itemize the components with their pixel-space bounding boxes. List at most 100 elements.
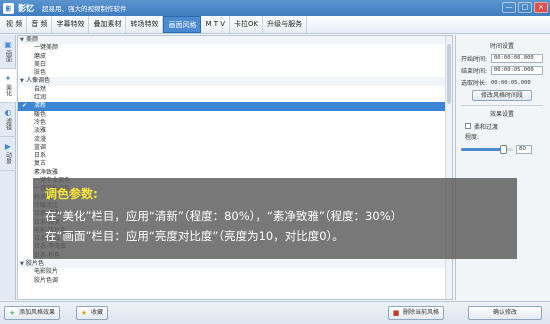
list-item-label: 自然	[34, 85, 47, 93]
list-item[interactable]: 胶片色调	[18, 277, 452, 285]
settings-panel: 时间设置 开始时间: 00:00:00.000 结束时间: 00:00:05.0…	[455, 35, 548, 300]
list-item[interactable]: 磨皮	[18, 53, 452, 61]
add-icon: +	[9, 309, 15, 317]
list-group-header[interactable]: ▼ 胶片色	[18, 260, 452, 269]
scrollbar-thumb[interactable]	[447, 44, 451, 104]
list-group-label: 人像调色	[26, 77, 51, 85]
list-item[interactable]: 冷色	[18, 119, 452, 127]
list-item-label: 复古	[34, 160, 47, 168]
app-slogan: 超易用、强大的视频制作软件	[42, 5, 127, 13]
title-bar: 影 影忆 超易用、强大的视频制作软件 — □ ×	[0, 0, 550, 16]
fade-checkbox[interactable]	[465, 123, 471, 129]
modify-time-button[interactable]: 修改风格时间段	[472, 90, 532, 101]
add-style-button[interactable]: + 添加风格效果	[4, 306, 61, 320]
list-item-label: 清新	[34, 102, 47, 110]
duration-value: 00:00:05.000	[491, 79, 531, 86]
color-params-caption: 调色参数: 在“美化”栏目，应用“清新”（程度：80%），“素净致雅”（程度：3…	[33, 178, 517, 259]
list-item-label: 流漫	[34, 135, 47, 143]
checkmark-icon: ✔	[22, 102, 28, 110]
list-item-label: 日系	[34, 152, 47, 160]
delete-icon: ■	[392, 309, 400, 317]
picture-icon: ▣	[4, 40, 12, 49]
side-tab[interactable]: ✦ 美化	[0, 69, 16, 103]
main-tab[interactable]: 音 频	[27, 16, 53, 33]
duration-row: 选取时长: 00:00:05.000	[461, 77, 543, 88]
degree-input[interactable]: 80	[516, 144, 532, 154]
favorite-button[interactable]: ★ 收藏	[76, 306, 109, 320]
duration-label: 选取时长:	[461, 80, 488, 87]
end-time-label: 结束时间:	[461, 68, 488, 75]
effect-settings-title: 效果设置	[489, 111, 514, 118]
app-logo-icon: 影	[3, 2, 14, 14]
side-tab-label: 滤镜	[4, 118, 12, 130]
side-tab[interactable]: ▣ 画面	[0, 35, 16, 69]
degree-slider-fill	[461, 147, 503, 151]
list-item[interactable]: 红润	[18, 94, 452, 102]
list-item[interactable]: 一键美颜	[18, 44, 452, 52]
main-tab[interactable]: 升级与服务	[263, 16, 308, 33]
delete-style-label: 删除当前风格	[403, 309, 440, 316]
fade-option[interactable]: 柔和过渡	[465, 121, 543, 131]
list-item[interactable]: 美白	[18, 61, 452, 69]
list-item[interactable]: 电影胶片	[18, 268, 452, 276]
degree-label: 程度:	[465, 134, 480, 141]
list-item[interactable]: 肤色	[18, 69, 452, 77]
style-list-panel: ▼ 美颜 一键美颜 磨皮 美白 肤色 ▼ 人像调色 自然 红润 ✔ 清新 暖色 冷色 淡雅 流漫 蓝调 日系 复古素…	[17, 35, 453, 300]
list-item-label: 暖色	[34, 110, 47, 118]
list-item[interactable]: 蓝调	[18, 144, 452, 152]
list-scrollbar[interactable]	[445, 36, 452, 299]
side-tab[interactable]: ▶ 动景	[0, 137, 16, 171]
close-button[interactable]: ×	[534, 2, 548, 13]
star-icon: ★	[80, 309, 88, 317]
side-tab-bar: ▣ 画面 ✦ 美化 ◐ 滤镜 ▶ 动景	[0, 35, 16, 300]
main-tab[interactable]: 卡拉OK	[230, 16, 264, 33]
list-item-label: 电影胶片	[34, 268, 59, 276]
list-group-header[interactable]: ▼ 美颜	[18, 36, 452, 45]
list-item[interactable]: 淡雅	[18, 127, 452, 135]
list-item[interactable]: 复古	[18, 160, 452, 168]
side-tab[interactable]: ◐ 滤镜	[0, 103, 16, 137]
list-item[interactable]: 流漫	[18, 136, 452, 144]
list-item[interactable]: 暖色	[18, 111, 452, 119]
maximize-button[interactable]: □	[518, 2, 532, 13]
list-item[interactable]: 自然	[18, 86, 452, 94]
list-item-label: 一键美颜	[34, 44, 59, 52]
end-time-input[interactable]: 00:00:05.000	[491, 66, 543, 75]
app-name: 影忆	[18, 3, 34, 13]
start-time-input[interactable]: 00:00:00.000	[491, 54, 543, 63]
confirm-button[interactable]: 确认修改	[468, 306, 542, 320]
main-tab[interactable]: 画面风格	[163, 16, 202, 33]
list-item-label: 蓝调	[34, 143, 47, 151]
list-item-label: 红润	[34, 94, 47, 102]
list-item-label: 冷色	[34, 118, 47, 126]
delete-style-button[interactable]: ■ 删除当前风格	[388, 306, 445, 320]
minimize-button[interactable]: —	[502, 2, 516, 13]
list-item[interactable]: ✔ 清新	[18, 102, 452, 111]
main-tab[interactable]: 视 频	[2, 16, 28, 33]
side-tab-label: 美化	[4, 84, 12, 96]
side-tab-label: 动景	[4, 152, 12, 164]
bottom-toolbar: + 添加风格效果 ★ 收藏 ■ 删除当前风格 确认修改	[0, 301, 550, 324]
window-controls: — □ ×	[502, 2, 548, 13]
favorite-label: 收藏	[91, 309, 104, 316]
caption-title: 调色参数:	[45, 187, 98, 201]
list-group-header[interactable]: ▼ 人像调色	[18, 77, 452, 86]
main-tab[interactable]: 叠加素材	[89, 16, 127, 33]
caption-line-2: 在“画面”栏目：应用“亮度对比度”（亮度为10，对比度0）。	[45, 229, 344, 243]
start-time-label: 开始时间:	[461, 56, 488, 63]
list-item[interactable]: 日系	[18, 152, 452, 160]
time-settings-title: 时间设置	[489, 43, 514, 50]
fade-label: 柔和过渡	[474, 123, 499, 131]
degree-slider-knob[interactable]	[499, 144, 507, 154]
main-tab[interactable]: 转场特效	[126, 16, 164, 33]
main-tab[interactable]: M T V	[201, 16, 231, 33]
list-item-label: 淡雅	[34, 127, 47, 135]
start-time-row: 开始时间: 00:00:00.000	[461, 53, 543, 64]
main-tab[interactable]: 字幕特效	[52, 16, 90, 33]
degree-label-row: 程度:	[465, 131, 543, 142]
list-group-label: 美颜	[26, 36, 39, 43]
filter-icon: ◐	[4, 108, 12, 117]
list-item[interactable]: 素净致雅	[18, 169, 452, 177]
degree-slider[interactable]	[461, 144, 513, 154]
magic-wand-icon: ✦	[4, 74, 12, 83]
